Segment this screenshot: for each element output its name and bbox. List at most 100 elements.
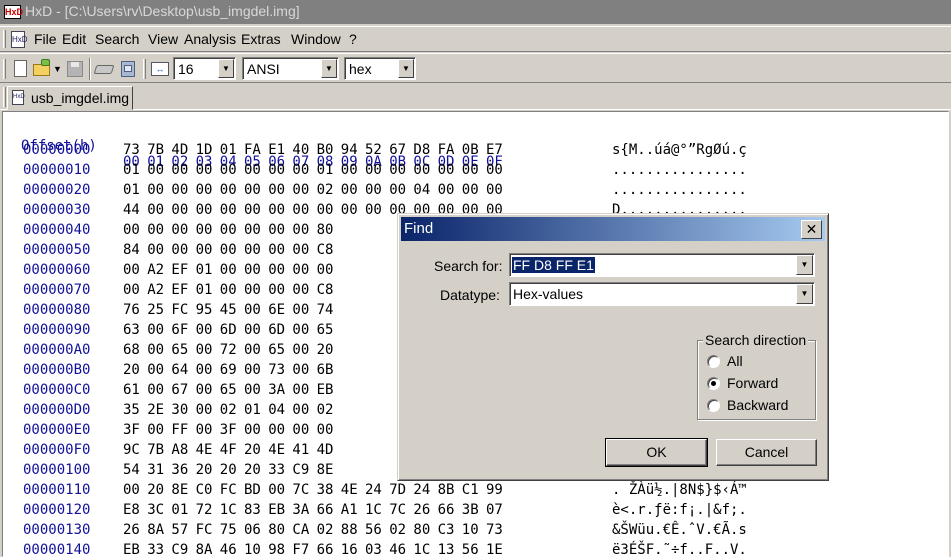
hex-byte[interactable]: 20 — [244, 442, 261, 458]
hex-byte[interactable]: 6F — [171, 322, 188, 338]
hex-byte[interactable]: 10 — [462, 522, 479, 538]
hex-byte[interactable]: EB — [317, 382, 334, 398]
hex-byte[interactable]: 00 — [268, 422, 285, 438]
hex-byte[interactable]: FC — [171, 302, 188, 318]
hex-byte[interactable]: 02 — [389, 522, 406, 538]
hex-byte[interactable]: 3C — [147, 502, 164, 518]
hex-byte[interactable]: 00 — [196, 402, 213, 418]
hex-byte[interactable]: 00 — [365, 182, 382, 198]
hex-byte[interactable]: 00 — [244, 382, 261, 398]
hex-byte[interactable]: 4D — [317, 442, 334, 458]
hex-byte[interactable]: 00 — [317, 202, 334, 218]
hex-byte[interactable]: A2 — [147, 282, 164, 298]
ascii-text[interactable]: &ŠWüu.€Ê.ˆV.€Ã.s — [612, 522, 747, 538]
hex-byte[interactable]: 00 — [292, 322, 309, 338]
hex-byte[interactable]: 00 — [244, 242, 261, 258]
hex-byte[interactable]: EF — [171, 262, 188, 278]
hex-byte[interactable]: E1 — [268, 142, 285, 158]
menu-file[interactable]: File — [34, 31, 57, 47]
hex-byte[interactable]: 04 — [413, 182, 430, 198]
hex-byte[interactable]: 00 — [171, 222, 188, 238]
ascii-text[interactable]: . ŽÀü½.|8N$}$‹Á™ — [612, 482, 747, 498]
chevron-down-icon[interactable]: ▼ — [796, 255, 813, 275]
radio-backward-icon[interactable] — [707, 399, 720, 412]
hex-byte[interactable]: 7C — [389, 502, 406, 518]
chevron-down-icon[interactable]: ▼ — [398, 59, 414, 78]
hex-byte[interactable]: 00 — [196, 222, 213, 238]
hex-byte[interactable]: 00 — [123, 482, 140, 498]
hex-byte[interactable]: 00 — [292, 202, 309, 218]
hxd-app-icon[interactable]: HxD — [4, 5, 23, 19]
hex-byte[interactable]: 01 — [317, 162, 334, 178]
hex-byte[interactable]: 41 — [292, 442, 309, 458]
hex-byte[interactable]: 00 — [292, 222, 309, 238]
hex-byte[interactable]: 00 — [147, 162, 164, 178]
hex-byte[interactable]: 07 — [486, 502, 503, 518]
menu-window[interactable]: Window — [291, 31, 341, 47]
hex-byte[interactable]: 00 — [244, 342, 261, 358]
hex-byte[interactable]: 00 — [196, 382, 213, 398]
hex-byte[interactable]: 00 — [268, 222, 285, 238]
menu-bar-grip[interactable] — [3, 30, 6, 48]
hex-byte[interactable]: 2E — [147, 402, 164, 418]
open-file-icon[interactable] — [32, 59, 52, 79]
hex-byte[interactable]: 00 — [171, 242, 188, 258]
hex-byte[interactable]: 00 — [244, 362, 261, 378]
hex-byte[interactable]: 66 — [317, 502, 334, 518]
hex-byte[interactable]: A1 — [341, 502, 358, 518]
hex-byte[interactable]: 00 — [268, 202, 285, 218]
hex-byte[interactable]: 80 — [413, 522, 430, 538]
ascii-text[interactable]: s{M..úá@°”RgØú.ç — [612, 142, 747, 158]
hex-byte[interactable]: 00 — [220, 242, 237, 258]
hex-byte[interactable]: 68 — [123, 342, 140, 358]
hex-byte[interactable]: FC — [196, 522, 213, 538]
hex-byte[interactable]: 00 — [292, 382, 309, 398]
datatype-select[interactable]: Hex-values ▼ — [509, 282, 815, 306]
hex-byte[interactable]: 00 — [462, 182, 479, 198]
hex-byte[interactable]: 01 — [123, 182, 140, 198]
hex-byte[interactable]: 00 — [220, 202, 237, 218]
hex-byte[interactable]: 46 — [389, 542, 406, 556]
hex-byte[interactable]: 16 — [341, 542, 358, 556]
hex-byte[interactable]: 67 — [171, 382, 188, 398]
hex-byte[interactable]: 56 — [365, 522, 382, 538]
hex-byte[interactable]: 64 — [171, 362, 188, 378]
hex-byte[interactable]: FA — [244, 142, 261, 158]
hex-byte[interactable]: D8 — [413, 142, 430, 158]
hex-byte[interactable]: 00 — [268, 482, 285, 498]
hex-byte[interactable]: EB — [268, 502, 285, 518]
hex-byte[interactable]: B0 — [317, 142, 334, 158]
hex-byte[interactable]: 8B — [438, 482, 455, 498]
hex-byte[interactable]: 00 — [171, 182, 188, 198]
document-icon[interactable]: HxD — [11, 31, 28, 48]
chevron-down-icon[interactable]: ▼ — [796, 284, 813, 304]
hex-byte[interactable]: EB — [123, 542, 140, 556]
new-file-icon[interactable] — [11, 59, 31, 79]
hex-byte[interactable]: 7D — [389, 482, 406, 498]
hex-byte[interactable]: 00 — [341, 162, 358, 178]
hex-byte[interactable]: 00 — [196, 202, 213, 218]
hex-byte[interactable]: 00 — [365, 202, 382, 218]
hex-byte[interactable]: 06 — [244, 522, 261, 538]
hex-byte[interactable]: 1E — [486, 542, 503, 556]
hex-byte[interactable]: 26 — [413, 502, 430, 518]
hex-byte[interactable]: 3F — [123, 422, 140, 438]
ascii-text[interactable]: ë3ÉŠF.˜÷f..F..V. — [612, 542, 747, 556]
hex-byte[interactable]: 00 — [147, 342, 164, 358]
hex-byte[interactable]: 00 — [244, 322, 261, 338]
hex-byte[interactable]: 72 — [220, 342, 237, 358]
hex-byte[interactable]: 00 — [268, 242, 285, 258]
open-dropdown-arrow-icon[interactable]: ▼ — [53, 59, 62, 79]
hex-byte[interactable]: 65 — [171, 342, 188, 358]
hex-byte[interactable]: 44 — [123, 202, 140, 218]
toolbar-grip[interactable] — [143, 59, 146, 79]
hex-byte[interactable]: 13 — [438, 542, 455, 556]
hex-byte[interactable]: 00 — [292, 242, 309, 258]
hex-byte[interactable]: 4D — [171, 142, 188, 158]
hex-byte[interactable]: 4E — [196, 442, 213, 458]
hex-byte[interactable]: 01 — [196, 262, 213, 278]
hex-byte[interactable]: 1C — [220, 502, 237, 518]
hex-byte[interactable]: 00 — [147, 242, 164, 258]
search-input[interactable]: FF D8 FF E1 ▼ — [509, 253, 815, 277]
hex-byte[interactable]: 88 — [341, 522, 358, 538]
